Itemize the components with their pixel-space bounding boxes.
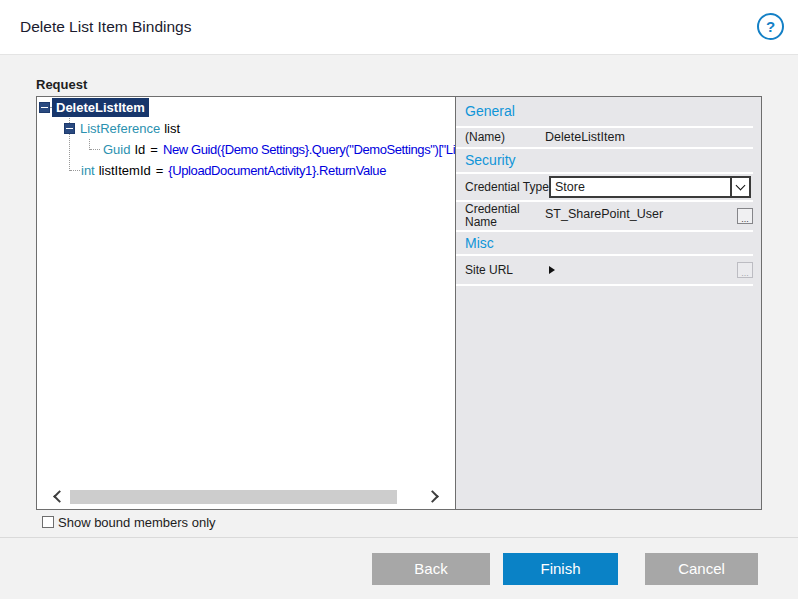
equals-sign: = [150,142,158,157]
property-row-credential-name[interactable]: Credential Name ST_SharePoint_User ... [456,202,753,232]
tree-node-label: DeleteListItem [52,98,149,117]
tree-node-name: Id [134,142,145,157]
collapse-icon[interactable] [64,123,75,134]
dialog-header: Delete List Item Bindings ? [0,0,798,55]
property-value: ST_SharePoint_User [545,207,663,221]
tree-node-guid-id[interactable]: Guid Id = New Guid({Demo Settings}.Query("D… [37,139,455,160]
browse-button-disabled: ... [737,262,753,278]
section-security: Security [456,149,753,174]
property-row-name[interactable]: (Name) DeleteListItem [456,128,753,149]
scrollbar-thumb[interactable] [70,490,397,504]
chevron-down-icon[interactable] [730,178,749,196]
tree-node-type: Guid [103,142,130,157]
back-button[interactable]: Back [372,553,490,585]
scroll-left-icon[interactable] [53,490,66,503]
property-row-credential-type: Credential Type Store [456,174,753,202]
tree-node-name: list [164,121,180,136]
tree-node-name: listItemId [99,163,151,178]
section-general: General [456,97,753,128]
help-icon[interactable]: ? [757,13,784,40]
finish-button[interactable]: Finish [503,553,618,585]
show-bound-members-checkbox[interactable] [42,516,54,528]
bindings-tree: DeleteListItem ListReference list Guid Id =… [37,97,456,509]
property-label: Credential Type [465,174,549,200]
collapse-icon[interactable] [39,102,50,113]
footer-divider [0,537,798,538]
tree-node-binding-expression: New Guid({Demo Settings}.Query("DemoSett… [163,142,456,157]
tree-node-binding-expression: {UploadDocumentActivity1}.ReturnValue [168,163,386,178]
tree-node-type: ListReference [80,121,160,136]
dialog-title: Delete List Item Bindings [20,18,191,36]
dropdown-value: Store [555,180,585,194]
tree-node-listitemid[interactable]: int listItemId = {UploadDocumentActivity1}.… [37,160,455,181]
credential-type-dropdown[interactable]: Store [549,176,751,198]
section-misc: Misc [456,232,753,256]
property-label: (Name) [465,128,505,147]
property-label: Site URL [465,256,513,284]
scroll-right-icon[interactable] [426,490,439,503]
request-group-label: Request [36,77,87,92]
tree-node-type: int [81,163,95,178]
show-bound-members-label: Show bound members only [58,515,216,530]
request-group-box: DeleteListItem ListReference list Guid Id =… [36,96,762,510]
property-value: DeleteListItem [545,128,625,147]
property-grid: General (Name) DeleteListItem Security C… [456,97,761,509]
equals-sign: = [156,163,164,178]
browse-button[interactable]: ... [737,208,753,224]
property-label: Credential Name [465,203,535,229]
property-row-site-url[interactable]: Site URL ... [456,256,753,286]
tree-node-listreference[interactable]: ListReference list [37,118,455,139]
expand-triangle-icon[interactable] [549,266,555,274]
cancel-button[interactable]: Cancel [645,553,758,585]
tree-node-deletelistitem[interactable]: DeleteListItem [37,97,455,118]
